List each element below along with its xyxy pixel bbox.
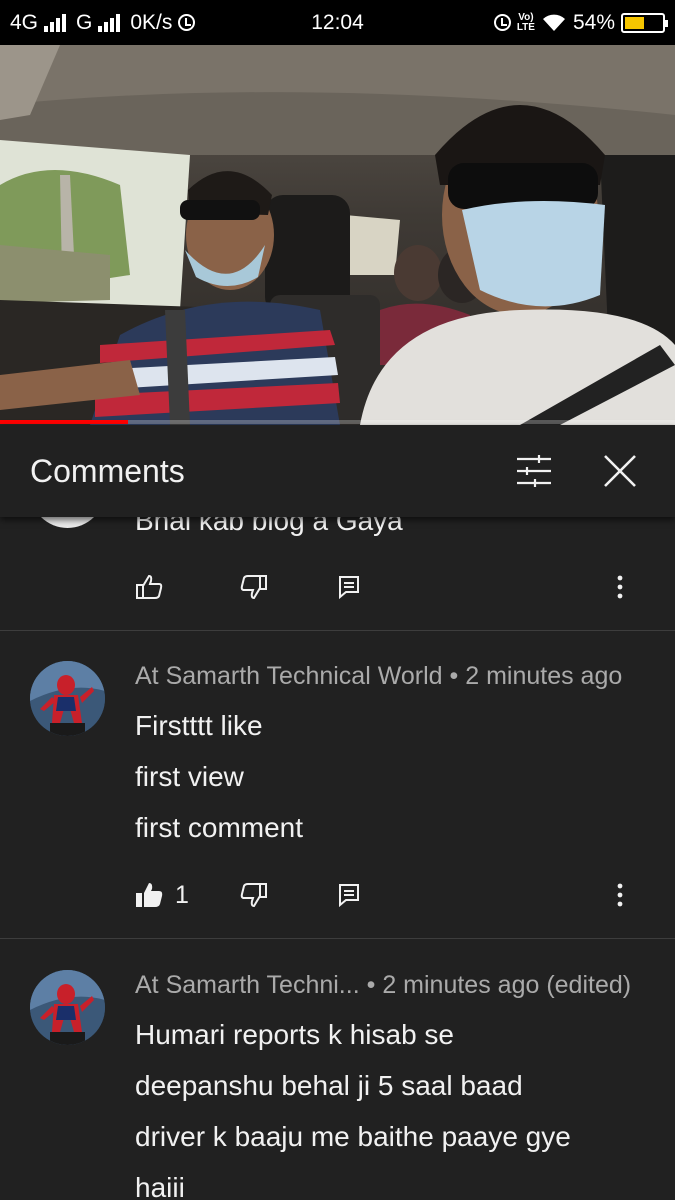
network-type-2: G <box>76 10 93 34</box>
comment-text-line: haiii <box>135 1172 185 1200</box>
signal-strength-icon-2 <box>98 13 121 32</box>
battery-percent: 54% <box>572 10 615 34</box>
battery-icon <box>621 12 668 33</box>
youtube-screen: 4G G 0K/s 12:04 Vo) LTE 54% Comments Bha… <box>0 0 675 1200</box>
like-button[interactable]: 1 <box>135 875 189 915</box>
comment-actions <box>135 567 655 607</box>
comment-text-line: driver k baaju me baithe paaye gye <box>135 1121 571 1152</box>
status-left: 4G G 0K/s <box>10 10 196 35</box>
comment-text-line: Bhai kab blog a Gaya <box>135 517 403 536</box>
like-count: 1 <box>175 880 189 909</box>
comment-item: At Samarth Techni... • 2 minutes ago (ed… <box>0 939 675 1200</box>
video-player[interactable] <box>0 45 675 425</box>
wifi-icon <box>542 14 565 31</box>
comment-author[interactable]: At Samarth Technical World <box>135 662 443 690</box>
status-right: Vo) LTE 54% <box>493 10 668 35</box>
avatar[interactable] <box>30 517 105 528</box>
comments-title: Comments <box>30 452 185 489</box>
like-button[interactable] <box>135 567 163 607</box>
video-progress-fill <box>0 420 129 424</box>
comment-item: At Samarth Technical World • 2 minutes a… <box>0 631 675 938</box>
filter-sliders-icon <box>517 455 551 487</box>
close-button[interactable] <box>595 446 645 496</box>
status-bar: 4G G 0K/s 12:04 Vo) LTE 54% <box>0 0 675 45</box>
dislike-button[interactable] <box>240 875 268 915</box>
comment-time: 2 minutes ago (edited) <box>382 971 632 999</box>
thumbs-up-icon <box>136 574 163 599</box>
more-vertical-icon <box>617 883 623 907</box>
reply-comment-icon <box>339 576 359 599</box>
close-icon <box>604 455 636 487</box>
meta-separator: • <box>449 662 459 690</box>
signal-strength-icon <box>44 13 67 32</box>
comment-actions: 1 <box>135 875 655 915</box>
reply-button[interactable] <box>338 875 360 915</box>
avatar[interactable] <box>30 661 105 736</box>
comment-item: Bhai kab blog a Gaya <box>0 517 675 630</box>
video-frame-image <box>0 45 675 425</box>
comment-text-line: first comment <box>135 812 304 843</box>
comment-text-line: Firstttt like <box>135 710 263 741</box>
comment-time: 2 minutes ago <box>465 662 623 690</box>
comments-header: Comments <box>0 425 675 517</box>
network-type-1: 4G <box>10 10 39 34</box>
reply-button[interactable] <box>338 567 360 607</box>
thumbs-down-icon <box>240 883 267 908</box>
thumbs-up-filled-icon <box>136 883 163 907</box>
volte-bottom: LTE <box>516 21 535 33</box>
meta-separator: • <box>366 971 376 999</box>
spiderman-avatar-icon <box>30 970 105 1045</box>
comment-more-button[interactable] <box>605 567 635 607</box>
alarm-icon <box>178 14 196 31</box>
comment-more-button[interactable] <box>605 875 635 915</box>
comment-text-line: deepanshu behal ji 5 saal baad <box>135 1070 523 1101</box>
comment-text-line: Humari reports k hisab se <box>135 1019 455 1050</box>
comments-list[interactable]: Bhai kab blog a Gaya At Samarth Technica… <box>0 517 675 1200</box>
dislike-button[interactable] <box>240 567 268 607</box>
spiderman-avatar-icon <box>30 661 105 736</box>
network-speed: 0K/s <box>130 10 173 34</box>
avatar[interactable] <box>30 970 105 1045</box>
comment-text-line: first view <box>135 761 244 792</box>
alarm-icon-right <box>493 14 511 31</box>
comment-meta: At Samarth Techni... • 2 minutes ago (ed… <box>135 971 631 1000</box>
more-vertical-icon <box>617 575 623 599</box>
comment-meta: At Samarth Technical World • 2 minutes a… <box>135 662 622 691</box>
reply-comment-icon <box>339 884 359 907</box>
battery-fill <box>625 16 645 29</box>
filter-button[interactable] <box>509 446 559 496</box>
video-progress-bar[interactable] <box>0 420 675 424</box>
volte-icon: Vo) LTE <box>516 12 535 33</box>
thumbs-down-icon <box>240 575 267 600</box>
comment-author[interactable]: At Samarth Techni... <box>135 971 360 999</box>
